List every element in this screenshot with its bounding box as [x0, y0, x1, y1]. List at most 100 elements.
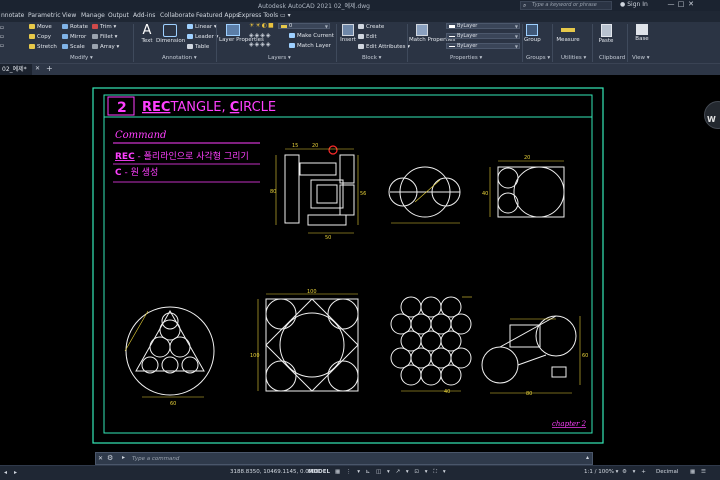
- tab-view[interactable]: View: [62, 12, 76, 19]
- tab-collaborate[interactable]: Collaborate: [160, 12, 195, 19]
- tab-featured-apps[interactable]: Featured Apps: [196, 12, 239, 19]
- figure-circle-grid: [390, 296, 472, 386]
- user-icon: ●: [620, 1, 626, 8]
- linear-icon: [187, 24, 193, 29]
- tab-express-tools[interactable]: Express Tools: [238, 12, 278, 19]
- edit-block-button[interactable]: Edit: [358, 34, 377, 41]
- table-button[interactable]: Table: [187, 44, 209, 51]
- insert-icon: [342, 24, 354, 36]
- move-button[interactable]: Move: [29, 24, 52, 31]
- ribbon-stub-icon[interactable]: ▫: [0, 25, 4, 32]
- figure-tangent: [481, 315, 577, 384]
- close-icon[interactable]: ✕: [98, 455, 103, 462]
- match-layer-button[interactable]: Match Layer: [289, 43, 331, 50]
- match-properties-button[interactable]: Match Properties: [409, 24, 455, 43]
- drawing-title: RECTANGLE, CIRCLE: [142, 100, 276, 115]
- rotate-button[interactable]: Rotate: [62, 24, 88, 31]
- tab-parametric[interactable]: Parametric: [28, 12, 61, 19]
- create-block-button[interactable]: Create: [358, 24, 384, 31]
- layer-tool-icons[interactable]: ◈◈◈◈: [249, 41, 271, 48]
- minimize-button[interactable]: —: [666, 0, 676, 8]
- paste-button[interactable]: Paste: [597, 24, 615, 44]
- workspace-icons[interactable]: ⚙ ▾ +: [622, 469, 648, 475]
- tab-annotate[interactable]: nnotate: [1, 12, 24, 19]
- close-window-button[interactable]: ✕: [686, 0, 696, 8]
- panel-title-properties[interactable]: Properties ▾: [450, 55, 482, 61]
- figure-triangle-dims: [124, 310, 204, 398]
- leader-button[interactable]: Leader ▾: [187, 34, 218, 41]
- panel-title-groups[interactable]: Groups ▾: [526, 55, 550, 61]
- app-title: Autodesk AutoCAD 2021 02_예제.dwg: [258, 3, 370, 10]
- group-button[interactable]: Group: [524, 24, 541, 43]
- panel-title-layers[interactable]: Layers ▾: [268, 55, 291, 61]
- layer-properties-icon: [226, 24, 240, 36]
- tab-add-ins[interactable]: Add-ins: [133, 12, 155, 19]
- close-tab-icon[interactable]: ✕: [35, 65, 40, 72]
- linetype-swatch: [449, 36, 455, 37]
- chevron-down-icon: ▼: [514, 44, 518, 49]
- status-bar: ◂ ▸ 3188.8350, 10469.1145, 0.0000 MODEL …: [0, 465, 720, 480]
- linear-button[interactable]: Linear ▾: [187, 24, 217, 31]
- maximize-button[interactable]: □: [676, 0, 686, 8]
- scale-button[interactable]: Scale: [62, 44, 85, 51]
- layer-tool-icons[interactable]: ◈◈◈◈: [249, 32, 271, 39]
- view-cube-label[interactable]: W: [707, 115, 716, 124]
- figure-capsule: [497, 166, 565, 218]
- mirror-button[interactable]: Mirror: [62, 34, 86, 41]
- command-heading: Command: [115, 130, 166, 141]
- search-box[interactable]: ⌕ Type a keyword or phrase: [520, 1, 612, 10]
- model-space-toggle[interactable]: MODEL: [308, 469, 330, 475]
- units-dropdown[interactable]: Decimal: [656, 469, 678, 475]
- leader-icon: [187, 34, 193, 39]
- status-menu-icons[interactable]: ▦ ☰: [690, 469, 708, 475]
- copy-button[interactable]: Copy: [29, 34, 51, 41]
- measure-button[interactable]: Measure: [555, 24, 581, 43]
- drafting-toggles[interactable]: ▦ ⋮ ▾ ⊾ ◫ ▾ ↗ ▾ ⊡ ▾ ⛶ ▾: [335, 469, 448, 476]
- array-icon: [92, 44, 98, 49]
- base-view-button[interactable]: Base: [634, 24, 650, 42]
- layout-next-icon[interactable]: ▸: [14, 469, 17, 476]
- dimension-icon: [163, 24, 177, 37]
- color-dropdown[interactable]: ByLayer ▼: [446, 23, 520, 29]
- fillet-button[interactable]: Fillet ▾: [92, 34, 117, 41]
- panel-title-block[interactable]: Block ▾: [362, 55, 381, 61]
- ribbon-options[interactable]: ▭ ▾: [280, 12, 291, 19]
- drawing-canvas[interactable]: 2 RECTANGLE, CIRCLE Command REC - 폴리라인으로…: [0, 75, 720, 452]
- panel-title-view[interactable]: View ▾: [632, 55, 650, 61]
- text-button[interactable]: A Text: [138, 24, 156, 44]
- figure-grid-dims: [401, 296, 472, 392]
- wrench-icon[interactable]: ⚙: [107, 454, 113, 462]
- layer-state-icons[interactable]: ☀☀◐■: [249, 22, 275, 29]
- chevron-up-icon[interactable]: ▴: [586, 454, 589, 461]
- panel-title-utilities[interactable]: Utilities ▾: [561, 55, 586, 61]
- make-current-button[interactable]: Make Current: [289, 33, 334, 40]
- search-icon: ⌕: [523, 2, 527, 9]
- ribbon-stub-icon[interactable]: ▫: [0, 43, 4, 50]
- sign-in-button[interactable]: ● Sign In: [620, 1, 648, 8]
- annotation-scale[interactable]: 1:1 / 100% ▾: [584, 469, 618, 475]
- lineweight-dropdown[interactable]: ByLayer ▼: [446, 43, 520, 49]
- stretch-button[interactable]: Stretch: [29, 44, 57, 51]
- command-input[interactable]: [132, 453, 532, 464]
- array-button[interactable]: Array ▾: [92, 44, 119, 51]
- panel-title-modify[interactable]: Modify ▾: [70, 55, 93, 61]
- dimension-button[interactable]: Dimension: [156, 24, 185, 44]
- linetype-dropdown[interactable]: ByLayer ▼: [446, 33, 520, 39]
- tab-output[interactable]: Output: [108, 12, 129, 19]
- panel-title-annotation[interactable]: Annotation ▾: [162, 55, 197, 61]
- insert-button[interactable]: Insert: [339, 24, 357, 43]
- new-tab-icon[interactable]: +: [46, 64, 53, 73]
- layout-prev-icon[interactable]: ◂: [4, 469, 7, 476]
- layer-dropdown[interactable]: 0 ▼: [278, 23, 330, 29]
- ribbon-stub-icon[interactable]: ▫: [0, 34, 4, 41]
- trim-button[interactable]: Trim ▾: [92, 24, 116, 31]
- chevron-down-icon: ▼: [514, 24, 518, 29]
- document-tab[interactable]: 02_예제*: [0, 64, 32, 75]
- layer-properties-button[interactable]: Layer Properties: [219, 24, 264, 43]
- copy-icon: [29, 34, 35, 39]
- text-icon: A: [142, 23, 152, 38]
- command-rec: REC - 폴리라인으로 사각형 그리기: [115, 150, 249, 162]
- lineweight-swatch: [449, 46, 455, 47]
- tab-manage[interactable]: Manage: [81, 12, 105, 19]
- edit-attributes-button[interactable]: Edit Attributes ▾: [358, 44, 410, 51]
